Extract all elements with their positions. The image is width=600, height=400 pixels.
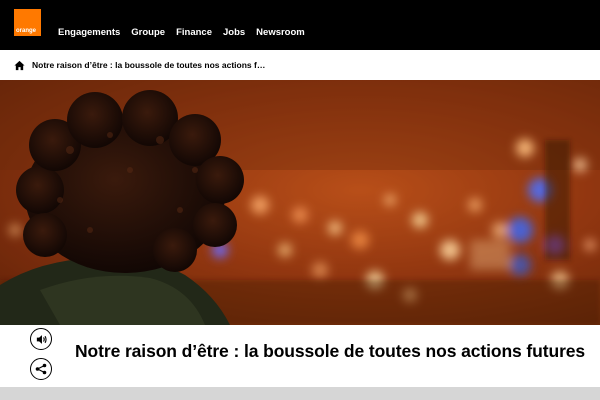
hero-illustration: [0, 80, 600, 325]
home-icon[interactable]: [14, 60, 25, 71]
main-nav: Engagements Groupe Finance Jobs Newsroom: [58, 27, 305, 38]
orange-logo[interactable]: orange: [14, 9, 41, 36]
logo-text: orange: [16, 28, 37, 34]
section-divider: [0, 387, 600, 400]
nav-item-newsroom[interactable]: Newsroom: [256, 27, 305, 38]
breadcrumb-current-page: Notre raison d’être : la boussole de tou…: [32, 60, 266, 70]
audio-button[interactable]: [30, 328, 52, 350]
hero-image: [0, 80, 600, 325]
nav-item-engagements[interactable]: Engagements: [58, 27, 120, 38]
share-icon: [35, 363, 47, 375]
nav-item-finance[interactable]: Finance: [176, 27, 212, 38]
nav-item-jobs[interactable]: Jobs: [223, 27, 245, 38]
breadcrumb: Notre raison d’être : la boussole de tou…: [0, 50, 600, 80]
speaker-icon: [36, 334, 47, 344]
top-navigation-bar: orange Engagements Groupe Finance Jobs N…: [0, 0, 600, 50]
article-header: Notre raison d’être : la boussole de tou…: [0, 325, 600, 387]
page-title: Notre raison d’être : la boussole de tou…: [75, 341, 586, 361]
nav-item-groupe[interactable]: Groupe: [131, 27, 165, 38]
share-button[interactable]: [30, 358, 52, 380]
